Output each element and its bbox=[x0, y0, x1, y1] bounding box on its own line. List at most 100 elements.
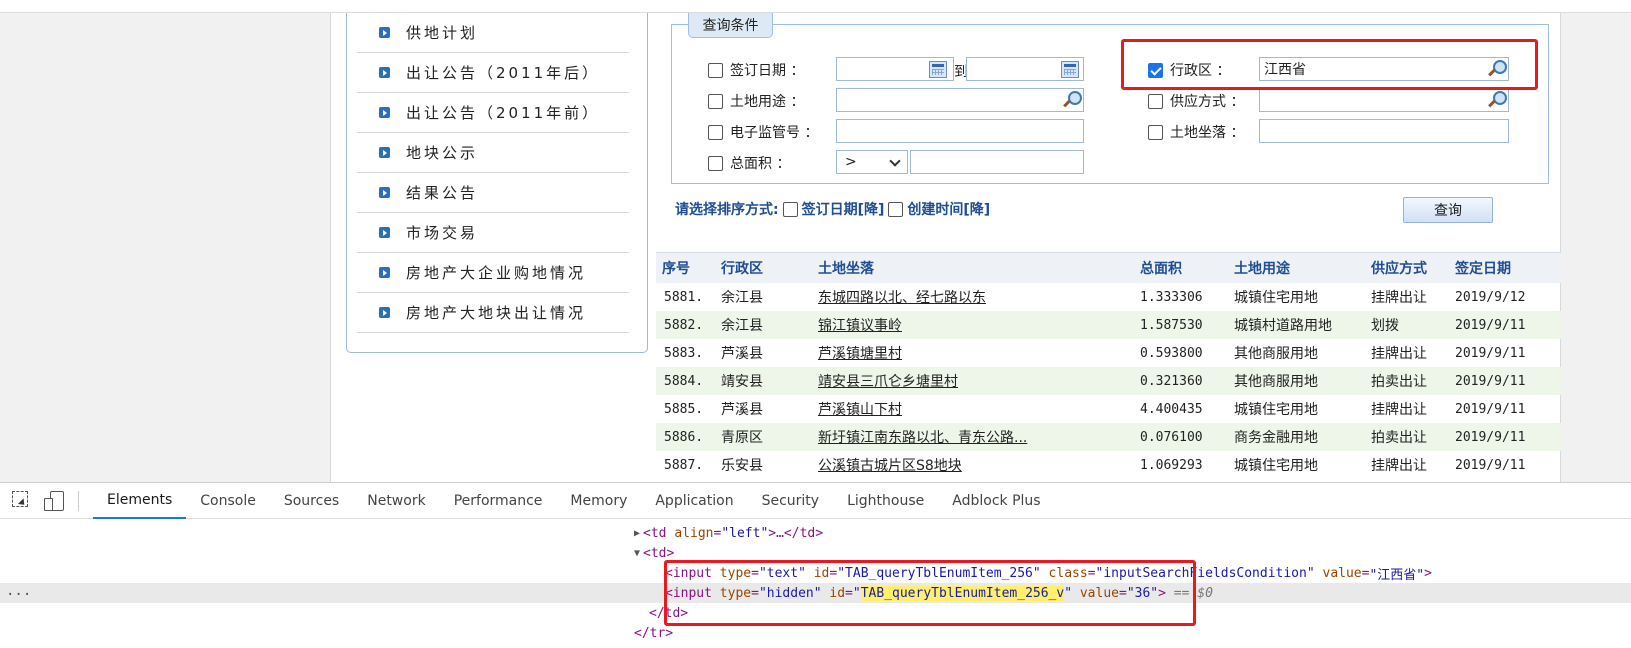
table-row[interactable]: 5883. 芦溪县 芦溪镇塘里村 0.593800 其他商服用地 挂牌出让 2019/9/1… bbox=[656, 339, 1561, 367]
calendar-icon[interactable] bbox=[1061, 61, 1079, 78]
highlight-box-region bbox=[1121, 39, 1538, 90]
menu-item[interactable]: 出让公告（2011年前） bbox=[357, 93, 629, 133]
location-input[interactable] bbox=[1259, 119, 1509, 143]
table-cell: 0.321360 bbox=[1140, 373, 1203, 389]
land-use-checkbox[interactable] bbox=[708, 93, 723, 109]
location-label: 土地坐落 ： bbox=[1170, 125, 1245, 141]
table-row[interactable]: 5884. 靖安县 靖安县三爪仑乡塘里村 0.321360 其他商服用地 拍卖出让 2019… bbox=[656, 367, 1561, 395]
supply-checkbox[interactable] bbox=[1148, 93, 1163, 109]
devtools-tab[interactable]: Security bbox=[748, 483, 834, 519]
devtools-tab[interactable]: Memory bbox=[556, 483, 641, 519]
sign-date-label: 签订日期 ： bbox=[730, 63, 805, 79]
location-link[interactable]: 新圩镇江南东路以北、青东公路... bbox=[818, 427, 1027, 447]
menu-item[interactable]: 供地计划 bbox=[357, 13, 629, 53]
table-cell: 5883. bbox=[664, 345, 704, 361]
table-cell: 挂牌出让 bbox=[1371, 402, 1427, 418]
sort-created-checkbox[interactable] bbox=[888, 201, 904, 217]
devtools-tab[interactable]: Performance bbox=[440, 483, 557, 519]
devtools-toolbar: Elements Console Sources Network Performance… bbox=[0, 483, 1631, 519]
column-header[interactable]: 行政区 bbox=[721, 258, 763, 278]
devtools-tab[interactable]: Application bbox=[641, 483, 747, 519]
collapse-arrow-icon[interactable]: ▼ bbox=[634, 548, 640, 559]
table-row[interactable]: 5881. 余江县 东城四路以北、经七路以东 1.333306 城镇住宅用地 挂牌出让 20… bbox=[656, 283, 1561, 311]
search-button[interactable]: 查询 bbox=[1403, 197, 1493, 223]
toolbar-divider bbox=[78, 490, 79, 511]
location-link[interactable]: 锦江镇议事岭 bbox=[818, 315, 902, 335]
land-use-input[interactable] bbox=[836, 88, 1084, 112]
query-tab[interactable]: 查询条件 bbox=[688, 13, 773, 38]
table-cell: 1.587530 bbox=[1140, 317, 1203, 333]
table-cell: 青原区 bbox=[721, 430, 763, 446]
table-cell: 2019/9/11 bbox=[1455, 401, 1526, 417]
area-label: 总面积 ： bbox=[730, 156, 791, 172]
sort-sign-date-checkbox[interactable] bbox=[782, 201, 798, 217]
supervision-input[interactable] bbox=[836, 119, 1084, 143]
table-row[interactable]: 5887. 乐安县 公溪镇古城片区S8地块 1.069293 城镇住宅用地 挂牌出让 201… bbox=[656, 451, 1561, 479]
sort-prompt: 请选择排序方式: bbox=[675, 202, 779, 218]
table-cell: 1.333306 bbox=[1140, 289, 1203, 305]
table-cell: 2019/9/11 bbox=[1455, 457, 1526, 473]
search-icon[interactable] bbox=[1488, 91, 1507, 109]
location-link[interactable]: 芦溪镇山下村 bbox=[818, 399, 902, 419]
table-body: 5881. 余江县 东城四路以北、经七路以东 1.333306 城镇住宅用地 挂牌出让 20… bbox=[656, 283, 1561, 479]
devtools-tab[interactable]: Sources bbox=[270, 483, 353, 519]
supply-input[interactable] bbox=[1259, 88, 1509, 112]
table-cell: 2019/9/11 bbox=[1455, 317, 1526, 333]
table-cell: 城镇住宅用地 bbox=[1234, 290, 1318, 306]
table-row[interactable]: 5886. 青原区 新圩镇江南东路以北、青东公路... 0.076100 商务金融用地 拍… bbox=[656, 423, 1561, 451]
menu-item-label: 市场交易 bbox=[406, 224, 479, 242]
column-header[interactable]: 土地用途 bbox=[1234, 258, 1290, 278]
left-menu: 供地计划 出让公告（2011年后） 出让公告（2011年前） 地块公示结果公告市场交易… bbox=[346, 13, 648, 353]
devtools-tab[interactable]: Elements bbox=[93, 483, 187, 519]
sort-row: 请选择排序方式: 签订日期[降] 创建时间[降] bbox=[675, 199, 990, 219]
table-cell: 芦溪县 bbox=[721, 346, 763, 362]
location-link[interactable]: 公溪镇古城片区S8地块 bbox=[818, 455, 962, 475]
devtools-tab[interactable]: Network bbox=[353, 483, 439, 519]
location-checkbox[interactable] bbox=[1148, 124, 1163, 140]
devtools-tab[interactable]: Adblock Plus bbox=[938, 483, 1054, 519]
location-link[interactable]: 东城四路以北、经七路以东 bbox=[818, 287, 986, 307]
supervision-checkbox[interactable] bbox=[708, 124, 723, 140]
table-cell: 1.069293 bbox=[1140, 457, 1203, 473]
menu-item[interactable]: 地块公示 bbox=[357, 133, 629, 173]
screenshot-root: 供地计划 出让公告（2011年后） 出让公告（2011年前） 地块公示结果公告市场交易… bbox=[0, 0, 1631, 648]
column-header[interactable]: 序号 bbox=[662, 258, 690, 278]
dom-node-td-left[interactable]: ▶ <td align = "left" >…</td> bbox=[634, 523, 823, 543]
table-cell: 2019/9/11 bbox=[1455, 345, 1526, 361]
search-icon[interactable] bbox=[1063, 91, 1082, 109]
column-header[interactable]: 总面积 bbox=[1140, 258, 1182, 278]
devtools-tab[interactable]: Lighthouse bbox=[833, 483, 938, 519]
table-cell: 5887. bbox=[664, 457, 704, 473]
area-input[interactable] bbox=[910, 150, 1084, 174]
menu-item[interactable]: 房地产大企业购地情况 bbox=[357, 253, 629, 293]
table-cell: 城镇住宅用地 bbox=[1234, 402, 1318, 418]
menu-item[interactable]: 市场交易 bbox=[357, 213, 629, 253]
menu-item[interactable]: 结果公告 bbox=[357, 173, 629, 213]
table-cell: 其他商服用地 bbox=[1234, 346, 1318, 362]
column-header[interactable]: 签定日期 bbox=[1455, 258, 1511, 278]
table-cell: 乐安县 bbox=[721, 458, 763, 474]
more-options-icon[interactable]: ... bbox=[6, 583, 31, 599]
column-header[interactable]: 土地坐落 bbox=[818, 258, 874, 278]
device-toolbar-icon[interactable] bbox=[44, 490, 64, 511]
table-row[interactable]: 5882. 余江县 锦江镇议事岭 1.587530 城镇村道路用地 划拨 2019/9/11 bbox=[656, 311, 1561, 339]
bullet-icon bbox=[379, 187, 390, 198]
table-cell: 2019/9/12 bbox=[1455, 289, 1526, 305]
bullet-icon bbox=[379, 67, 390, 78]
location-link[interactable]: 靖安县三爪仑乡塘里村 bbox=[818, 371, 958, 391]
menu-item-label: 地块公示 bbox=[406, 144, 479, 162]
table-row[interactable]: 5885. 芦溪县 芦溪镇山下村 4.400435 城镇住宅用地 挂牌出让 2019/9/1… bbox=[656, 395, 1561, 423]
devtools-tabs: Elements Console Sources Network Performance… bbox=[93, 483, 1055, 519]
menu-item[interactable]: 房地产大地块出让情况 bbox=[357, 293, 629, 333]
menu-item[interactable]: 出让公告（2011年后） bbox=[357, 53, 629, 93]
calendar-icon[interactable] bbox=[929, 61, 947, 78]
expand-arrow-icon[interactable]: ▶ bbox=[634, 528, 640, 539]
devtools-tab[interactable]: Console bbox=[186, 483, 270, 519]
location-link[interactable]: 芦溪镇塘里村 bbox=[818, 343, 902, 363]
sign-date-checkbox[interactable] bbox=[708, 62, 723, 78]
column-header[interactable]: 供应方式 bbox=[1371, 258, 1427, 278]
inspect-element-icon[interactable] bbox=[12, 490, 32, 511]
area-checkbox[interactable] bbox=[708, 155, 723, 171]
bullet-icon bbox=[379, 227, 390, 238]
area-operator-select[interactable]: > bbox=[836, 150, 908, 174]
